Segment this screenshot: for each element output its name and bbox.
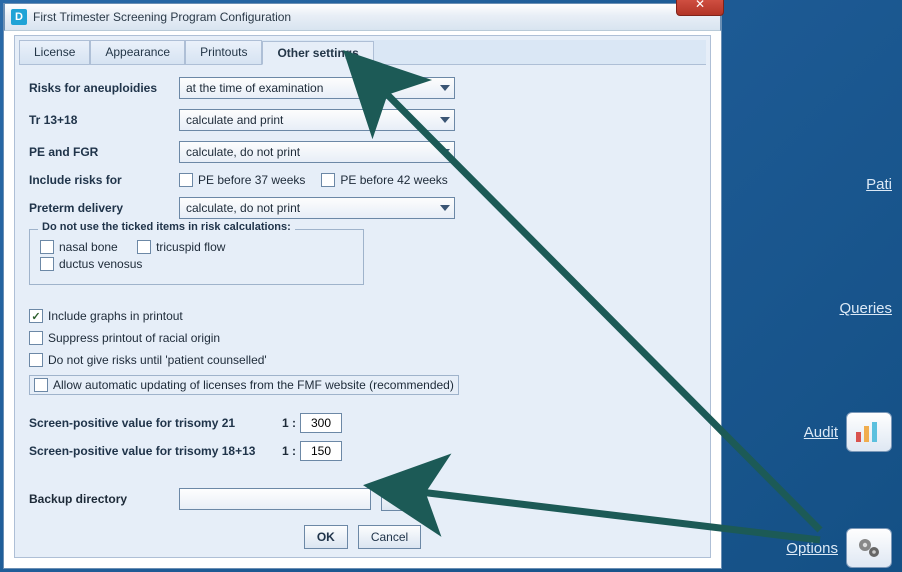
sidebar-item-options[interactable]: Options [786,528,892,568]
input-spv21[interactable] [300,413,342,433]
tab-license[interactable]: License [19,40,90,64]
gear-icon [846,528,892,568]
label-include-risks-for: Include risks for [29,173,179,187]
combo-value: calculate, do not print [186,145,300,159]
window-title: First Trimester Screening Program Config… [33,10,291,24]
chevron-down-icon [440,85,450,91]
checkbox-pe42[interactable]: PE before 42 weeks [321,173,447,187]
checkbox-tricuspid-flow[interactable]: tricuspid flow [137,240,225,254]
checkbox-label: PE before 42 weeks [340,173,447,187]
checkbox-pe37[interactable]: PE before 37 weeks [179,173,305,187]
cancel-button[interactable]: Cancel [358,525,421,549]
tabstrip: License Appearance Printouts Other setti… [19,40,706,65]
tab-appearance[interactable]: Appearance [90,40,185,64]
checkbox-auto-update[interactable]: Allow automatic updating of licenses fro… [29,375,459,395]
checkbox-nasal-bone[interactable]: nasal bone [40,240,118,254]
checkbox-box [179,173,193,187]
label-pe-fgr: PE and FGR [29,145,179,159]
sidebar-item-label: Pati [866,176,892,193]
combo-tr1318[interactable]: calculate and print [179,109,455,131]
combo-value: at the time of examination [186,81,323,95]
chevron-down-icon [440,149,450,155]
client-area: License Appearance Printouts Other setti… [14,35,711,558]
config-window: D First Trimester Screening Program Conf… [3,3,722,569]
checkbox-box [40,257,54,271]
checkbox-box [40,240,54,254]
checkbox-include-graphs[interactable]: Include graphs in printout [29,309,680,323]
checkbox-label: tricuspid flow [156,240,225,254]
checkbox-box [29,353,43,367]
ok-button[interactable]: OK [304,525,348,549]
checkbox-box [34,378,48,392]
checkbox-label: nasal bone [59,240,118,254]
combo-preterm[interactable]: calculate, do not print [179,197,455,219]
checkbox-label: Do not give risks until 'patient counsel… [48,353,267,367]
label-risks-aneuploidies: Risks for aneuploidies [29,81,179,95]
checkbox-suppress-racial[interactable]: Suppress printout of racial origin [29,331,680,345]
browse-button[interactable]: ... [381,487,413,511]
combo-pe-fgr[interactable]: calculate, do not print [179,141,455,163]
input-spv1813[interactable] [300,441,342,461]
close-button[interactable]: ✕ [676,0,724,16]
label-preterm: Preterm delivery [29,201,179,215]
tab-printouts[interactable]: Printouts [185,40,262,64]
app-icon: D [11,9,27,25]
checkbox-label: Allow automatic updating of licenses fro… [53,378,454,392]
checkbox-patient-counselled[interactable]: Do not give risks until 'patient counsel… [29,353,680,367]
checkbox-label: Include graphs in printout [48,309,183,323]
chevron-down-icon [440,117,450,123]
checkbox-label: ductus venosus [59,257,142,271]
group-title: Do not use the ticked items in risk calc… [38,221,295,233]
exclusion-group: Do not use the ticked items in risk calc… [29,229,364,285]
chevron-down-icon [440,205,450,211]
checkbox-ductus-venosus[interactable]: ductus venosus [40,257,142,271]
ratio-label: 1 : [274,416,296,430]
label-spv1813: Screen-positive value for trisomy 18+13 [29,444,274,458]
options-stack: Include graphs in printout Suppress prin… [29,309,696,395]
close-icon: ✕ [695,0,705,11]
sidebar-item-queries[interactable]: Queries [839,300,892,317]
combo-risks-aneuploidies[interactable]: at the time of examination [179,77,455,99]
checkbox-box [321,173,335,187]
other-settings-panel: Risks for aneuploidies at the time of ex… [19,65,706,511]
combo-value: calculate and print [186,113,283,127]
label-spv21: Screen-positive value for trisomy 21 [29,416,274,430]
checkbox-label: PE before 37 weeks [198,173,305,187]
checkbox-box [29,309,43,323]
label-backup-dir: Backup directory [29,492,179,506]
chart-icon [846,412,892,452]
label-tr1318: Tr 13+18 [29,113,179,127]
sidebar-item-label: Audit [804,424,838,441]
checkbox-box [29,331,43,345]
sidebar: Pati Queries Audit Options [732,0,902,572]
combo-value: calculate, do not print [186,201,300,215]
ratio-label: 1 : [274,444,296,458]
checkbox-box [137,240,151,254]
tab-other-settings[interactable]: Other settings [262,41,373,65]
sidebar-item-patients[interactable]: Pati [866,176,892,193]
input-backup-dir[interactable] [179,488,371,510]
sidebar-item-audit[interactable]: Audit [804,412,892,452]
sidebar-item-label: Queries [839,300,892,317]
sidebar-item-label: Options [786,540,838,557]
checkbox-label: Suppress printout of racial origin [48,331,220,345]
titlebar: D First Trimester Screening Program Conf… [4,3,721,31]
dialog-footer: OK Cancel [15,525,710,549]
